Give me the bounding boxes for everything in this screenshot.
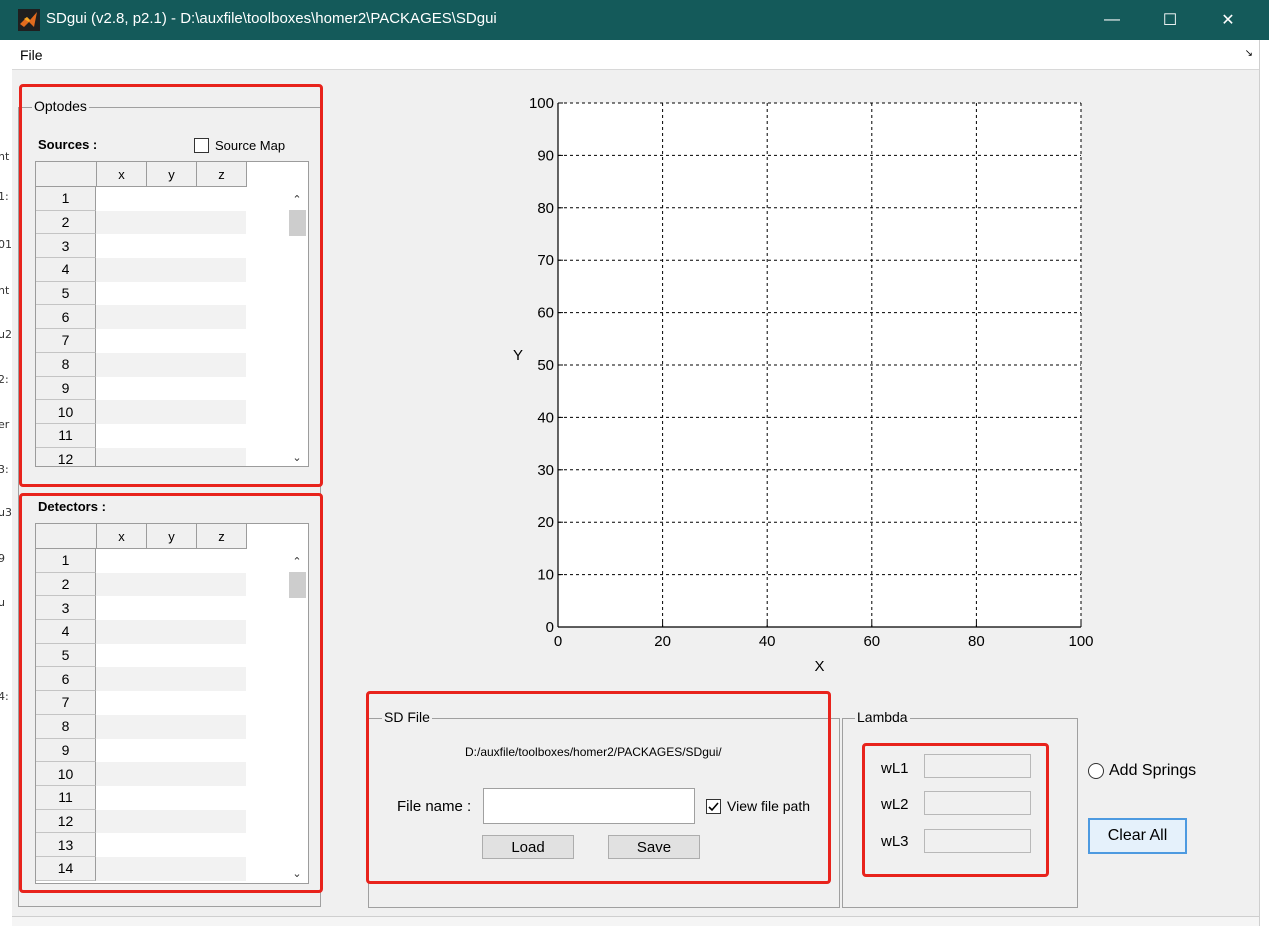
- plot-axes: 0 20 40 60 80 100 0 10 20 30 40 50 60 70 80 90 100 X Y: [513, 95, 1094, 675]
- x-tick-label: 20: [654, 633, 671, 650]
- y-tick-label: 10: [537, 567, 554, 584]
- add-springs-radio[interactable]: [1088, 763, 1104, 779]
- add-springs-label: Add Springs: [1109, 762, 1197, 779]
- y-tick-label: 50: [537, 357, 554, 374]
- x-axis-label: X: [814, 658, 824, 675]
- x-tick-label: 60: [863, 633, 880, 650]
- lambda-panel-title: Lambda: [855, 709, 910, 725]
- highlight-box-lambda: [862, 743, 1049, 877]
- y-tick-label: 20: [537, 514, 554, 531]
- clear-all-button[interactable]: Clear All: [1088, 818, 1187, 854]
- y-tick-label: 60: [537, 305, 554, 322]
- x-tick-label: 0: [554, 633, 562, 650]
- y-tick-label: 70: [537, 252, 554, 269]
- y-tick-label: 30: [537, 462, 554, 479]
- x-tick-label: 40: [759, 633, 776, 650]
- y-axis-label: Y: [513, 347, 523, 364]
- highlight-box-sd-file: [366, 691, 831, 884]
- x-tick-label: 80: [968, 633, 985, 650]
- x-tick-label: 100: [1068, 633, 1093, 650]
- y-tick-label: 40: [537, 409, 554, 426]
- sdgui-window: nt 1: 01 nt u2 2: er 3: u3 9 u 4: SDgui (v2.8, p2.1…: [0, 0, 1269, 926]
- y-tick-label: 80: [537, 200, 554, 217]
- y-tick-label: 90: [537, 147, 554, 164]
- y-tick-label: 100: [529, 95, 554, 112]
- y-tick-label: 0: [546, 619, 554, 636]
